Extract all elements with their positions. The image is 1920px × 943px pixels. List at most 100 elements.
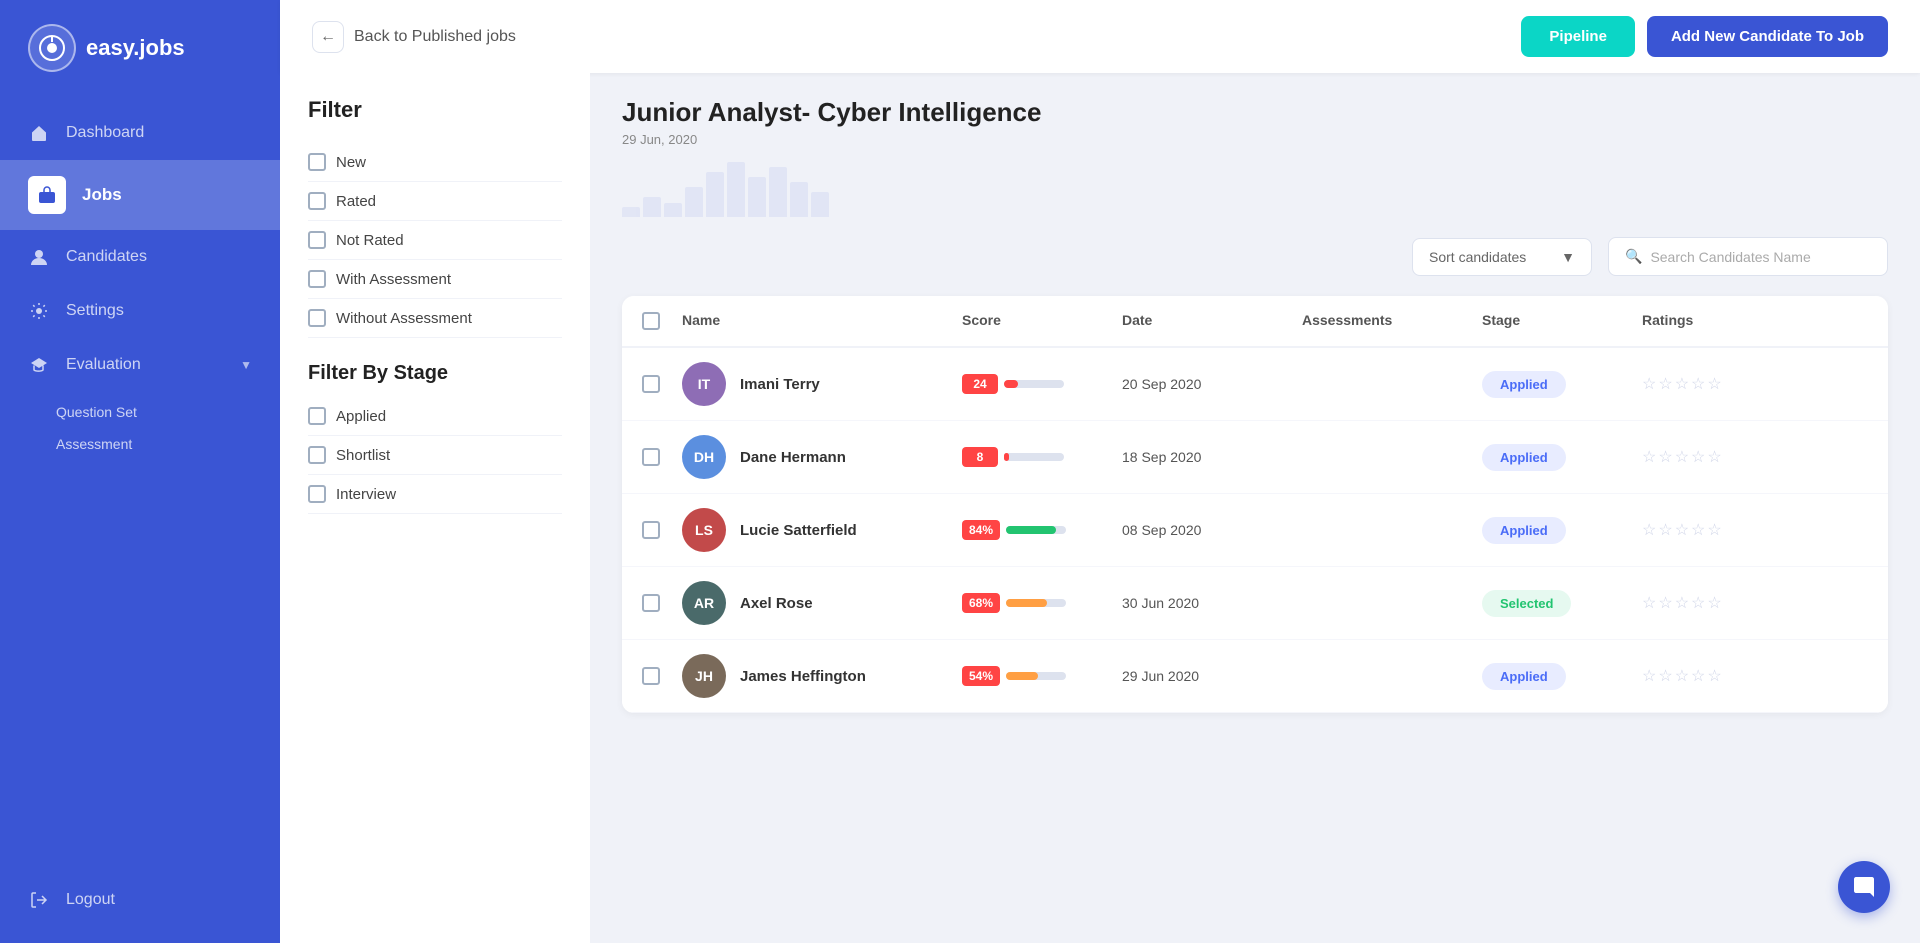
- graduation-icon: [28, 354, 50, 376]
- row-checkbox[interactable]: [642, 667, 660, 685]
- logo: easy.jobs: [0, 0, 280, 96]
- sidebar-item-dashboard-label: Dashboard: [66, 124, 144, 142]
- table-row[interactable]: DH Dane Hermann 8 18 Sep 2020 Applied ☆☆…: [622, 421, 1888, 494]
- select-all-checkbox[interactable]: [642, 312, 660, 330]
- chevron-down-icon: ▼: [240, 358, 252, 372]
- table-row[interactable]: IT Imani Terry 24 20 Sep 2020 Applied ☆☆…: [622, 348, 1888, 421]
- row-checkbox[interactable]: [642, 375, 660, 393]
- col-stage: Stage: [1482, 312, 1642, 330]
- back-label: Back to Published jobs: [354, 28, 516, 46]
- col-name: Name: [682, 312, 962, 330]
- stage-cell: Applied: [1482, 663, 1642, 690]
- candidate-cell: JH James Heffington: [682, 654, 962, 698]
- date-cell: 30 Jun 2020: [1122, 595, 1302, 611]
- ratings-cell[interactable]: ☆☆☆☆☆: [1642, 593, 1782, 613]
- user-icon: [28, 246, 50, 268]
- score-cell: 84%: [962, 520, 1122, 540]
- row-checkbox[interactable]: [642, 521, 660, 539]
- score-bar-fill: [1006, 599, 1047, 607]
- score-bar-fill: [1006, 526, 1056, 534]
- filter-stage-interview[interactable]: Interview: [308, 475, 562, 514]
- filter-not-rated-label: Not Rated: [336, 232, 404, 249]
- topbar: ← Back to Published jobs Pipeline Add Ne…: [280, 0, 1920, 73]
- row-checkbox-cell: [642, 594, 682, 612]
- score-badge: 84%: [962, 520, 1000, 540]
- back-button[interactable]: ← Back to Published jobs: [312, 21, 516, 53]
- job-date: 29 Jun, 2020: [622, 132, 1888, 147]
- ratings-cell[interactable]: ☆☆☆☆☆: [1642, 374, 1782, 394]
- filter-title: Filter: [308, 97, 562, 123]
- score-badge: 68%: [962, 593, 1000, 613]
- sidebar-item-jobs-label: Jobs: [82, 185, 122, 205]
- filter-new-checkbox[interactable]: [308, 153, 326, 171]
- row-checkbox-cell: [642, 521, 682, 539]
- sidebar-item-settings[interactable]: Settings: [0, 284, 280, 338]
- logo-icon: [28, 24, 76, 72]
- row-checkbox[interactable]: [642, 448, 660, 466]
- filter-without-assessment-checkbox[interactable]: [308, 309, 326, 327]
- sidebar-bottom: Logout: [0, 857, 280, 943]
- table-row[interactable]: AR Axel Rose 68% 30 Jun 2020 Selected ☆☆…: [622, 567, 1888, 640]
- pipeline-button[interactable]: Pipeline: [1521, 16, 1635, 57]
- sidebar-item-question-set[interactable]: Question Set: [56, 396, 280, 428]
- evaluation-submenu: Question Set Assessment: [0, 392, 280, 460]
- filter-new[interactable]: New: [308, 143, 562, 182]
- score-bar-fill: [1006, 672, 1038, 680]
- filter-not-rated-checkbox[interactable]: [308, 231, 326, 249]
- sidebar-item-jobs[interactable]: Jobs: [0, 160, 280, 230]
- candidate-cell: DH Dane Hermann: [682, 435, 962, 479]
- stage-cell: Applied: [1482, 517, 1642, 544]
- date-cell: 20 Sep 2020: [1122, 376, 1302, 392]
- avatar: LS: [682, 508, 726, 552]
- date-cell: 29 Jun 2020: [1122, 668, 1302, 684]
- ratings-cell[interactable]: ☆☆☆☆☆: [1642, 666, 1782, 686]
- filter-stage-applied[interactable]: Applied: [308, 397, 562, 436]
- table-body: IT Imani Terry 24 20 Sep 2020 Applied ☆☆…: [622, 348, 1888, 713]
- topbar-actions: Pipeline Add New Candidate To Job: [1521, 16, 1888, 57]
- chart-decoration: [622, 157, 1888, 217]
- table-row[interactable]: JH James Heffington 54% 29 Jun 2020 Appl…: [622, 640, 1888, 713]
- sidebar-item-dashboard[interactable]: Dashboard: [0, 106, 280, 160]
- filter-not-rated[interactable]: Not Rated: [308, 221, 562, 260]
- sort-chevron-icon: ▼: [1561, 249, 1575, 265]
- filter-shortlist-checkbox[interactable]: [308, 446, 326, 464]
- row-checkbox[interactable]: [642, 594, 660, 612]
- filter-stage-interview-label: Interview: [336, 486, 396, 503]
- filter-rated-label: Rated: [336, 193, 376, 210]
- filter-without-assessment[interactable]: Without Assessment: [308, 299, 562, 338]
- table-header: Name Score Date Assessments Stage Rating…: [622, 296, 1888, 348]
- score-badge: 24: [962, 374, 998, 394]
- add-candidate-button[interactable]: Add New Candidate To Job: [1647, 16, 1888, 57]
- filter-stage-shortlist[interactable]: Shortlist: [308, 436, 562, 475]
- col-date: Date: [1122, 312, 1302, 330]
- filter-with-assessment[interactable]: With Assessment: [308, 260, 562, 299]
- stage-badge: Applied: [1482, 444, 1566, 471]
- sidebar-item-candidates[interactable]: Candidates: [0, 230, 280, 284]
- row-checkbox-cell: [642, 667, 682, 685]
- sidebar-item-logout[interactable]: Logout: [28, 877, 252, 923]
- filter-with-assessment-label: With Assessment: [336, 271, 451, 288]
- chat-button[interactable]: [1838, 861, 1890, 913]
- sidebar-item-evaluation[interactable]: Evaluation ▼: [0, 338, 280, 392]
- ratings-cell[interactable]: ☆☆☆☆☆: [1642, 520, 1782, 540]
- filter-interview-checkbox[interactable]: [308, 485, 326, 503]
- filter-rated[interactable]: Rated: [308, 182, 562, 221]
- sidebar-item-assessment[interactable]: Assessment: [56, 428, 280, 460]
- score-bar: [1006, 672, 1066, 680]
- filter-with-assessment-checkbox[interactable]: [308, 270, 326, 288]
- stage-badge: Applied: [1482, 663, 1566, 690]
- score-badge: 8: [962, 447, 998, 467]
- filter-rated-checkbox[interactable]: [308, 192, 326, 210]
- search-placeholder: Search Candidates Name: [1650, 249, 1810, 265]
- score-bar: [1004, 453, 1064, 461]
- ratings-cell[interactable]: ☆☆☆☆☆: [1642, 447, 1782, 467]
- search-candidates-box[interactable]: 🔍 Search Candidates Name: [1608, 237, 1888, 276]
- candidate-name: Dane Hermann: [740, 449, 846, 466]
- sort-candidates-select[interactable]: Sort candidates ▼: [1412, 238, 1592, 276]
- filter-applied-checkbox[interactable]: [308, 407, 326, 425]
- avatar: AR: [682, 581, 726, 625]
- table-row[interactable]: LS Lucie Satterfield 84% 08 Sep 2020 App…: [622, 494, 1888, 567]
- filter-stage-shortlist-label: Shortlist: [336, 447, 390, 464]
- score-bar-fill: [1004, 453, 1009, 461]
- avatar: IT: [682, 362, 726, 406]
